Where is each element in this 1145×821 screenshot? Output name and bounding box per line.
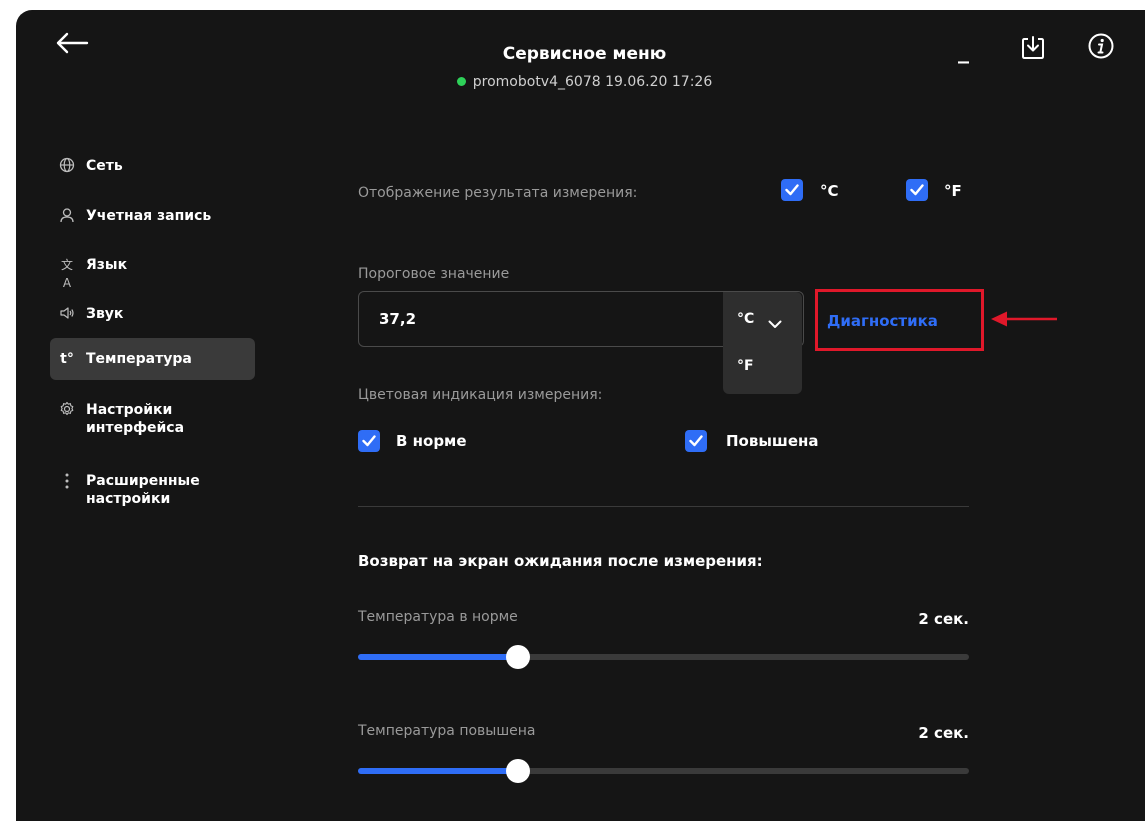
normal-label: В норме <box>396 432 467 450</box>
unit-option-fahrenheit[interactable]: °F <box>737 358 754 374</box>
globe-icon <box>58 157 76 178</box>
celsius-label: °C <box>820 182 839 200</box>
download-icon[interactable] <box>1019 34 1047 62</box>
threshold-value: 37,2 <box>379 310 417 328</box>
slider-label-normal: Температура в норме <box>358 609 518 625</box>
sidebar-item-label: Настройки интерфейса <box>86 402 185 436</box>
sidebar-item-label: Температура <box>86 351 192 367</box>
color-indication-label: Цветовая индикация измерения: <box>358 387 603 403</box>
slider-label-elevated: Температура повышена <box>358 723 536 739</box>
service-menu-window: Сервисное меню promobotv4_6078 19.06.20 … <box>16 10 1145 821</box>
device-status: promobotv4_6078 19.06.20 17:26 <box>16 74 1145 90</box>
check-icon <box>785 184 799 196</box>
slider-fill <box>358 768 519 774</box>
slider-value-elevated: 2 сек. <box>918 724 969 742</box>
checkbox-fahrenheit[interactable] <box>906 179 928 201</box>
display-result-label: Отображение результата измерения: <box>358 185 638 201</box>
fahrenheit-label: °F <box>944 182 962 200</box>
speaker-icon <box>58 305 76 326</box>
slider-fill <box>358 654 519 660</box>
gear-icon <box>58 401 76 422</box>
thermometer-icon: t° <box>60 351 74 367</box>
sidebar-item-sound[interactable]: Звук <box>50 298 255 333</box>
user-icon <box>58 207 76 228</box>
slider-elevated[interactable] <box>358 759 969 783</box>
sidebar-item-language[interactable]: 文A Язык <box>50 249 255 299</box>
slider-value-normal: 2 сек. <box>918 610 969 628</box>
red-arrow-icon <box>989 309 1059 333</box>
chevron-down-icon <box>768 314 782 333</box>
device-info: promobotv4_6078 19.06.20 17:26 <box>472 74 713 90</box>
diagnostics-link[interactable]: Диагностика <box>827 312 938 330</box>
sidebar-item-label: Звук <box>86 306 124 322</box>
unit-dropdown[interactable]: °C °F <box>723 292 802 394</box>
check-icon <box>910 184 924 196</box>
slider-thumb[interactable] <box>506 759 531 783</box>
checkbox-elevated[interactable] <box>685 430 707 452</box>
elevated-label: Повышена <box>726 432 819 450</box>
slider-thumb[interactable] <box>506 645 531 669</box>
sidebar-item-interface-settings[interactable]: Настройки интерфейса <box>50 394 255 444</box>
more-vertical-icon <box>58 472 76 495</box>
sidebar-item-label: Учетная запись <box>86 208 212 224</box>
translate-icon: 文A <box>60 258 73 290</box>
sidebar-item-label: Язык <box>86 257 128 273</box>
sidebar-item-label: Сеть <box>86 158 123 174</box>
checkbox-celsius[interactable] <box>781 179 803 201</box>
info-icon[interactable] <box>1087 32 1115 60</box>
sidebar-item-network[interactable]: Сеть <box>50 150 255 185</box>
divider <box>358 506 969 507</box>
check-icon <box>689 435 703 447</box>
sidebar-item-advanced-settings[interactable]: Расширенные настройки <box>50 465 255 515</box>
page-title: Сервисное меню <box>502 44 667 64</box>
sidebar-item-label: Расширенные настройки <box>86 473 200 507</box>
section-title: Возврат на экран ожидания после измерени… <box>358 552 763 570</box>
minimize-button[interactable]: _ <box>958 41 969 63</box>
online-status-dot <box>456 76 466 86</box>
slider-normal[interactable] <box>358 645 969 669</box>
check-icon <box>362 435 376 447</box>
checkbox-normal[interactable] <box>358 430 380 452</box>
sidebar-item-temperature[interactable]: t° Температура <box>50 338 255 380</box>
threshold-label: Пороговое значение <box>358 266 510 282</box>
unit-selected: °C <box>737 311 755 327</box>
sidebar-item-account[interactable]: Учетная запись <box>50 200 255 235</box>
